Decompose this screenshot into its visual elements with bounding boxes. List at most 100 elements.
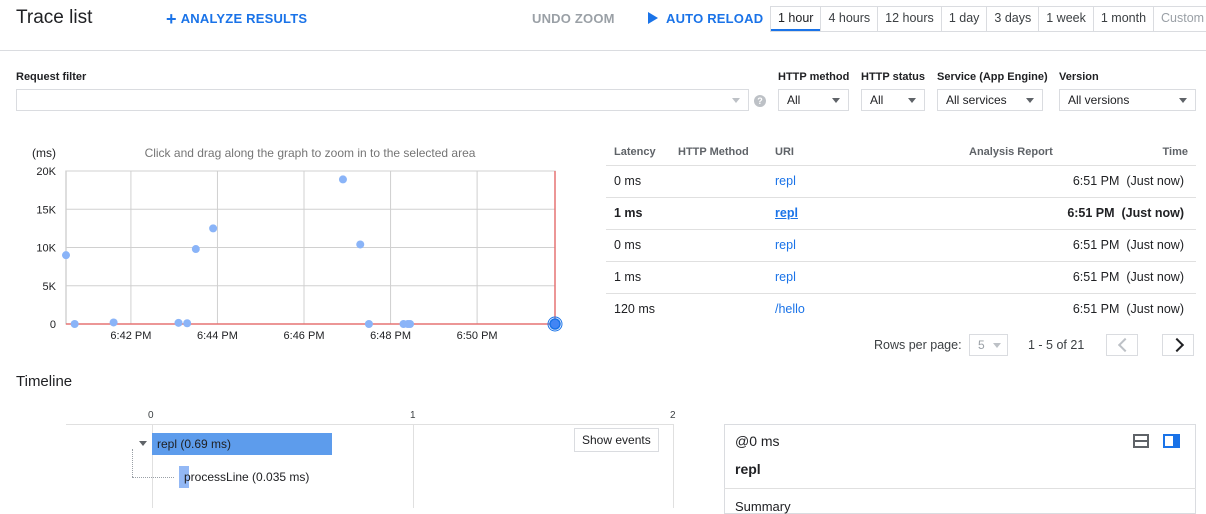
time-range-selector: 1 hour 4 hours 12 hours 1 day 3 days 1 w… xyxy=(770,6,1206,32)
http-status-select[interactable]: All xyxy=(861,89,925,111)
show-events-button[interactable]: Show events xyxy=(574,428,659,452)
rows-per-page-label: Rows per page: xyxy=(874,338,962,352)
trace-point[interactable] xyxy=(356,240,365,249)
vertical-layout-icon[interactable] xyxy=(1163,434,1180,448)
trace-point[interactable] xyxy=(62,251,70,260)
trace-point[interactable] xyxy=(209,224,218,233)
auto-reload-button[interactable]: AUTO RELOAD xyxy=(648,11,763,26)
y-axis-label: (ms) xyxy=(32,146,56,160)
uri-link[interactable]: /hello xyxy=(775,293,805,325)
page-title: Trace list xyxy=(16,7,93,28)
http-status-value: All xyxy=(870,93,884,107)
rows-per-page-value: 5 xyxy=(978,338,985,352)
trace-point[interactable] xyxy=(364,320,373,328)
trace-point[interactable] xyxy=(406,320,415,328)
trace-point[interactable] xyxy=(174,318,183,327)
latency-cell: 0 ms xyxy=(614,174,642,188)
range-4-hours[interactable]: 4 hours xyxy=(820,7,877,31)
time-cell: 6:51 PM (Just now) xyxy=(1072,238,1184,252)
version-value: All versions xyxy=(1068,93,1130,107)
request-filter-input[interactable] xyxy=(16,89,749,111)
plus-icon: + xyxy=(166,9,177,29)
range-custom[interactable]: Custom xyxy=(1153,7,1206,31)
time-cell: 6:51 PM (Just now) xyxy=(1067,206,1184,220)
tree-connector-icon xyxy=(132,449,134,477)
collapse-icon[interactable] xyxy=(139,441,147,446)
table-row[interactable]: 1 ms repl 6:51 PM (Just now) xyxy=(606,261,1196,294)
latency-scatter-chart[interactable]: 20K 15K 10K 5K 0 6:42 PM 6:44 PM 6:46 PM 6:48 PM… xyxy=(0,140,590,350)
chevron-down-icon xyxy=(993,343,1001,348)
span-label-repl: repl (0.69 ms) xyxy=(157,437,232,451)
trace-point[interactable] xyxy=(191,245,200,254)
span-label-processline: processLine (0.035 ms) xyxy=(184,470,310,484)
horizontal-layout-icon[interactable] xyxy=(1133,434,1149,448)
analyze-results-button[interactable]: + ANALYZE RESULTS xyxy=(166,9,307,29)
chevron-down-icon xyxy=(1026,98,1034,103)
y-tick-label: 20K xyxy=(36,166,56,178)
range-1-month[interactable]: 1 month xyxy=(1092,7,1153,31)
service-select[interactable]: All services xyxy=(937,89,1043,111)
tree-connector-icon xyxy=(132,477,174,479)
range-1-hour[interactable]: 1 hour xyxy=(771,7,821,31)
version-select[interactable]: All versions xyxy=(1059,89,1196,111)
time-cell: 6:51 PM (Just now) xyxy=(1072,270,1184,284)
table-row[interactable]: 0 ms repl 6:51 PM (Just now) xyxy=(606,165,1196,198)
http-status-label: HTTP status xyxy=(861,71,925,83)
uri-link[interactable]: repl xyxy=(775,197,798,229)
chevron-down-icon xyxy=(832,98,840,103)
chevron-right-icon xyxy=(1169,337,1185,353)
uri-link[interactable]: repl xyxy=(775,229,796,261)
x-tick-label: 6:48 PM xyxy=(370,330,411,342)
col-analysis-report[interactable]: Analysis Report xyxy=(969,146,1053,158)
rows-per-page-select[interactable]: 5 xyxy=(969,334,1008,356)
col-latency[interactable]: Latency xyxy=(614,146,656,158)
version-label: Version xyxy=(1059,71,1099,83)
trace-point[interactable] xyxy=(338,175,347,184)
span-details-panel xyxy=(724,424,1196,514)
time-cell: 6:51 PM (Just now) xyxy=(1072,174,1184,188)
y-tick-label: 15K xyxy=(36,204,56,216)
help-icon[interactable]: ? xyxy=(754,95,766,107)
play-icon xyxy=(648,12,658,24)
y-tick-label: 5K xyxy=(43,281,57,293)
auto-reload-label: AUTO RELOAD xyxy=(666,11,764,26)
span-name: repl xyxy=(735,461,761,477)
timeline-scale-1: 1 xyxy=(410,410,416,421)
latency-cell: 120 ms xyxy=(614,302,655,316)
uri-link[interactable]: repl xyxy=(775,261,796,293)
y-tick-label: 0 xyxy=(50,319,56,331)
trace-point[interactable] xyxy=(183,319,192,328)
request-filter-label: Request filter xyxy=(16,71,87,83)
next-page-button[interactable] xyxy=(1162,334,1194,356)
service-label: Service (App Engine) xyxy=(937,71,1048,83)
divider xyxy=(724,488,1196,489)
uri-link[interactable]: repl xyxy=(775,165,796,197)
col-uri[interactable]: URI xyxy=(775,146,794,158)
timeline-scale-2: 2 xyxy=(670,410,676,421)
prev-page-button[interactable] xyxy=(1106,334,1138,356)
col-http-method[interactable]: HTTP Method xyxy=(678,146,749,158)
selected-trace-point[interactable] xyxy=(549,318,561,330)
trace-point[interactable] xyxy=(109,318,118,327)
http-method-label: HTTP method xyxy=(778,71,850,83)
timeline-grid-2 xyxy=(673,424,674,508)
range-1-day[interactable]: 1 day xyxy=(940,7,987,31)
range-3-days[interactable]: 3 days xyxy=(986,7,1038,31)
range-1-week[interactable]: 1 week xyxy=(1038,7,1093,31)
chevron-down-icon xyxy=(1179,98,1187,103)
y-tick-label: 10K xyxy=(36,243,56,255)
x-tick-label: 6:46 PM xyxy=(284,330,325,342)
table-row[interactable]: 1 ms repl 6:51 PM (Just now) xyxy=(606,197,1196,230)
summary-heading: Summary xyxy=(735,499,791,514)
http-method-select[interactable]: All xyxy=(778,89,849,111)
trace-point[interactable] xyxy=(70,320,79,328)
timeline-heading: Timeline xyxy=(16,373,73,390)
table-row[interactable]: 120 ms /hello 6:51 PM (Just now) xyxy=(606,293,1196,325)
col-time[interactable]: Time xyxy=(1163,146,1188,158)
table-row[interactable]: 0 ms repl 6:51 PM (Just now) xyxy=(606,229,1196,262)
range-12-hours[interactable]: 12 hours xyxy=(877,7,941,31)
span-offset: @0 ms xyxy=(735,433,780,449)
x-tick-label: 6:50 PM xyxy=(457,330,498,342)
undo-zoom-button[interactable]: UNDO ZOOM xyxy=(532,11,615,26)
chevron-left-icon xyxy=(1117,337,1133,353)
